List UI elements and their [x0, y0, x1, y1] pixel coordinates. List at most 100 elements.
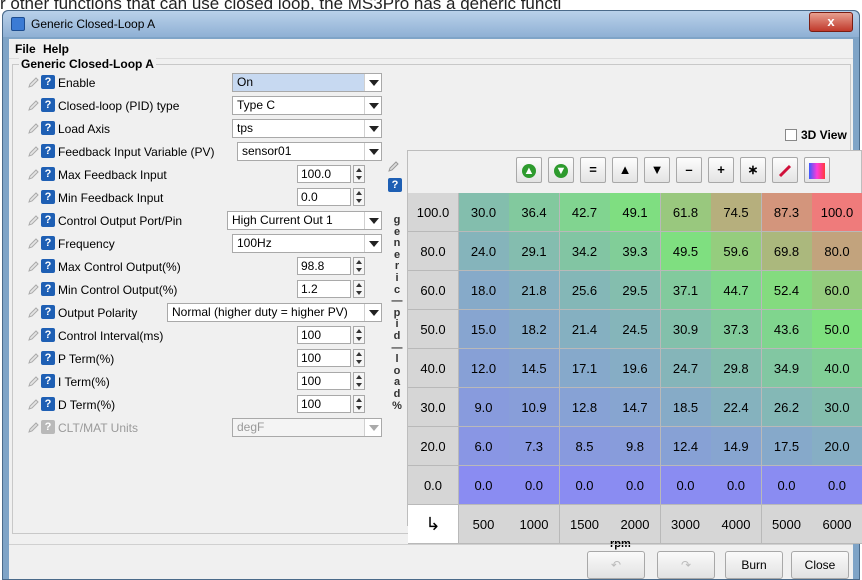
setting-dropdown[interactable]: Normal (higher duty = higher PV)	[167, 303, 382, 322]
table-cell[interactable]: 18.2	[509, 310, 560, 349]
table-cell[interactable]: 15.0	[458, 310, 510, 349]
y-bin-cell[interactable]: 100.0	[408, 193, 459, 232]
table-cell[interactable]: 9.8	[610, 427, 661, 466]
chevron-down-icon[interactable]	[364, 74, 381, 91]
y-bin-cell[interactable]: 50.0	[408, 310, 459, 349]
spinner-input[interactable]: 0.0	[297, 188, 351, 206]
help-icon[interactable]: ?	[41, 351, 55, 365]
spinner-input[interactable]: 100	[297, 372, 351, 390]
interpolate-icon[interactable]	[772, 157, 798, 183]
table-cell[interactable]: 7.3	[509, 427, 560, 466]
x-bin-cell[interactable]: 3000	[660, 505, 712, 544]
table-cell[interactable]: 18.5	[660, 388, 712, 427]
table-cell[interactable]: 20.0	[812, 427, 862, 466]
checkbox-box[interactable]	[785, 129, 797, 141]
table-cell[interactable]: 0.0	[761, 466, 813, 505]
x-bin-cell[interactable]: 500	[458, 505, 510, 544]
multiply-icon[interactable]: ∗	[740, 157, 766, 183]
table-cell[interactable]: 24.7	[660, 349, 712, 388]
help-icon[interactable]: ?	[41, 374, 55, 388]
increment-icon[interactable]: ▲	[612, 157, 638, 183]
table-cell[interactable]: 34.9	[761, 349, 813, 388]
table-cell[interactable]: 29.5	[610, 271, 661, 310]
setting-dropdown[interactable]: degF	[232, 418, 382, 437]
help-icon[interactable]: ?	[41, 144, 55, 158]
table-cell[interactable]: 0.0	[559, 466, 611, 505]
help-icon[interactable]: ?	[41, 213, 55, 227]
table-cell[interactable]: 12.4	[660, 427, 712, 466]
close-button[interactable]: Close	[791, 551, 849, 579]
axis-corner-icon[interactable]: ↳	[408, 505, 459, 544]
add-icon[interactable]: +	[708, 157, 734, 183]
setting-dropdown[interactable]: tps	[232, 119, 382, 138]
setting-spinner[interactable]: 100	[297, 395, 369, 413]
table-cell[interactable]: 74.5	[711, 193, 762, 232]
help-icon[interactable]: ?	[41, 305, 55, 319]
table-cell[interactable]: 0.0	[812, 466, 862, 505]
table-cell[interactable]: 17.5	[761, 427, 813, 466]
table-cell[interactable]: 14.5	[509, 349, 560, 388]
table-cell[interactable]: 22.4	[711, 388, 762, 427]
setting-spinner[interactable]: 100	[297, 326, 369, 344]
help-icon[interactable]: ?	[41, 121, 55, 135]
table-cell[interactable]: 39.3	[610, 232, 661, 271]
help-icon[interactable]: ?	[41, 420, 55, 434]
help-icon[interactable]: ?	[41, 397, 55, 411]
help-icon[interactable]: ?	[41, 190, 55, 204]
setting-spinner[interactable]: 98.8	[297, 257, 369, 275]
setting-dropdown[interactable]: On	[232, 73, 382, 92]
table-cell[interactable]: 37.3	[711, 310, 762, 349]
color-palette-icon[interactable]	[804, 157, 830, 183]
setting-dropdown[interactable]: Type C	[232, 96, 382, 115]
subtract-icon[interactable]: –	[676, 157, 702, 183]
spinner-arrows[interactable]	[353, 326, 365, 344]
x-bin-cell[interactable]: 1500	[559, 505, 611, 544]
spinner-input[interactable]: 98.8	[297, 257, 351, 275]
spinner-arrows[interactable]	[353, 257, 365, 275]
y-bin-cell[interactable]: 60.0	[408, 271, 459, 310]
spinner-arrows[interactable]	[353, 188, 365, 206]
spinner-arrows[interactable]	[353, 395, 365, 413]
setting-spinner[interactable]: 0.0	[297, 188, 369, 206]
table-cell[interactable]: 0.0	[660, 466, 712, 505]
chevron-down-icon[interactable]	[364, 304, 381, 321]
chevron-down-icon[interactable]	[364, 143, 381, 160]
set-equal-icon[interactable]: =	[580, 157, 606, 183]
table-cell[interactable]: 0.0	[458, 466, 510, 505]
table-cell[interactable]: 0.0	[711, 466, 762, 505]
table-cell[interactable]: 44.7	[711, 271, 762, 310]
chevron-down-icon[interactable]	[364, 235, 381, 252]
table-cell[interactable]: 30.0	[812, 388, 862, 427]
help-icon[interactable]: ?	[41, 259, 55, 273]
table-cell[interactable]: 0.0	[610, 466, 661, 505]
table-cell[interactable]: 59.6	[711, 232, 762, 271]
menu-file[interactable]: File	[15, 42, 36, 56]
chevron-down-icon[interactable]	[364, 97, 381, 114]
table-cell[interactable]: 17.1	[559, 349, 611, 388]
table-cell[interactable]: 25.6	[559, 271, 611, 310]
table-cell[interactable]: 100.0	[812, 193, 862, 232]
spinner-arrows[interactable]	[353, 280, 365, 298]
spinner-input[interactable]: 100.0	[297, 165, 351, 183]
help-icon[interactable]: ?	[41, 167, 55, 181]
table-cell[interactable]: 0.0	[509, 466, 560, 505]
spinner-arrows[interactable]	[353, 165, 365, 183]
burn-button[interactable]: Burn	[725, 551, 783, 579]
y-bin-cell[interactable]: 40.0	[408, 349, 459, 388]
table-cell[interactable]: 29.1	[509, 232, 560, 271]
spinner-input[interactable]: 1.2	[297, 280, 351, 298]
table-cell[interactable]: 30.9	[660, 310, 712, 349]
table-cell[interactable]: 34.2	[559, 232, 611, 271]
menu-help[interactable]: Help	[43, 42, 69, 56]
table-cell[interactable]: 80.0	[812, 232, 862, 271]
y-bin-cell[interactable]: 80.0	[408, 232, 459, 271]
chevron-down-icon[interactable]	[364, 419, 381, 436]
table-cell[interactable]: 10.9	[509, 388, 560, 427]
spinner-arrows[interactable]	[353, 372, 365, 390]
help-icon[interactable]: ?	[41, 282, 55, 296]
undo-button[interactable]: ↶	[587, 551, 645, 579]
setting-spinner[interactable]: 100.0	[297, 165, 369, 183]
table-cell[interactable]: 24.0	[458, 232, 510, 271]
help-icon[interactable]: ?	[41, 75, 55, 89]
table-cell[interactable]: 14.9	[711, 427, 762, 466]
